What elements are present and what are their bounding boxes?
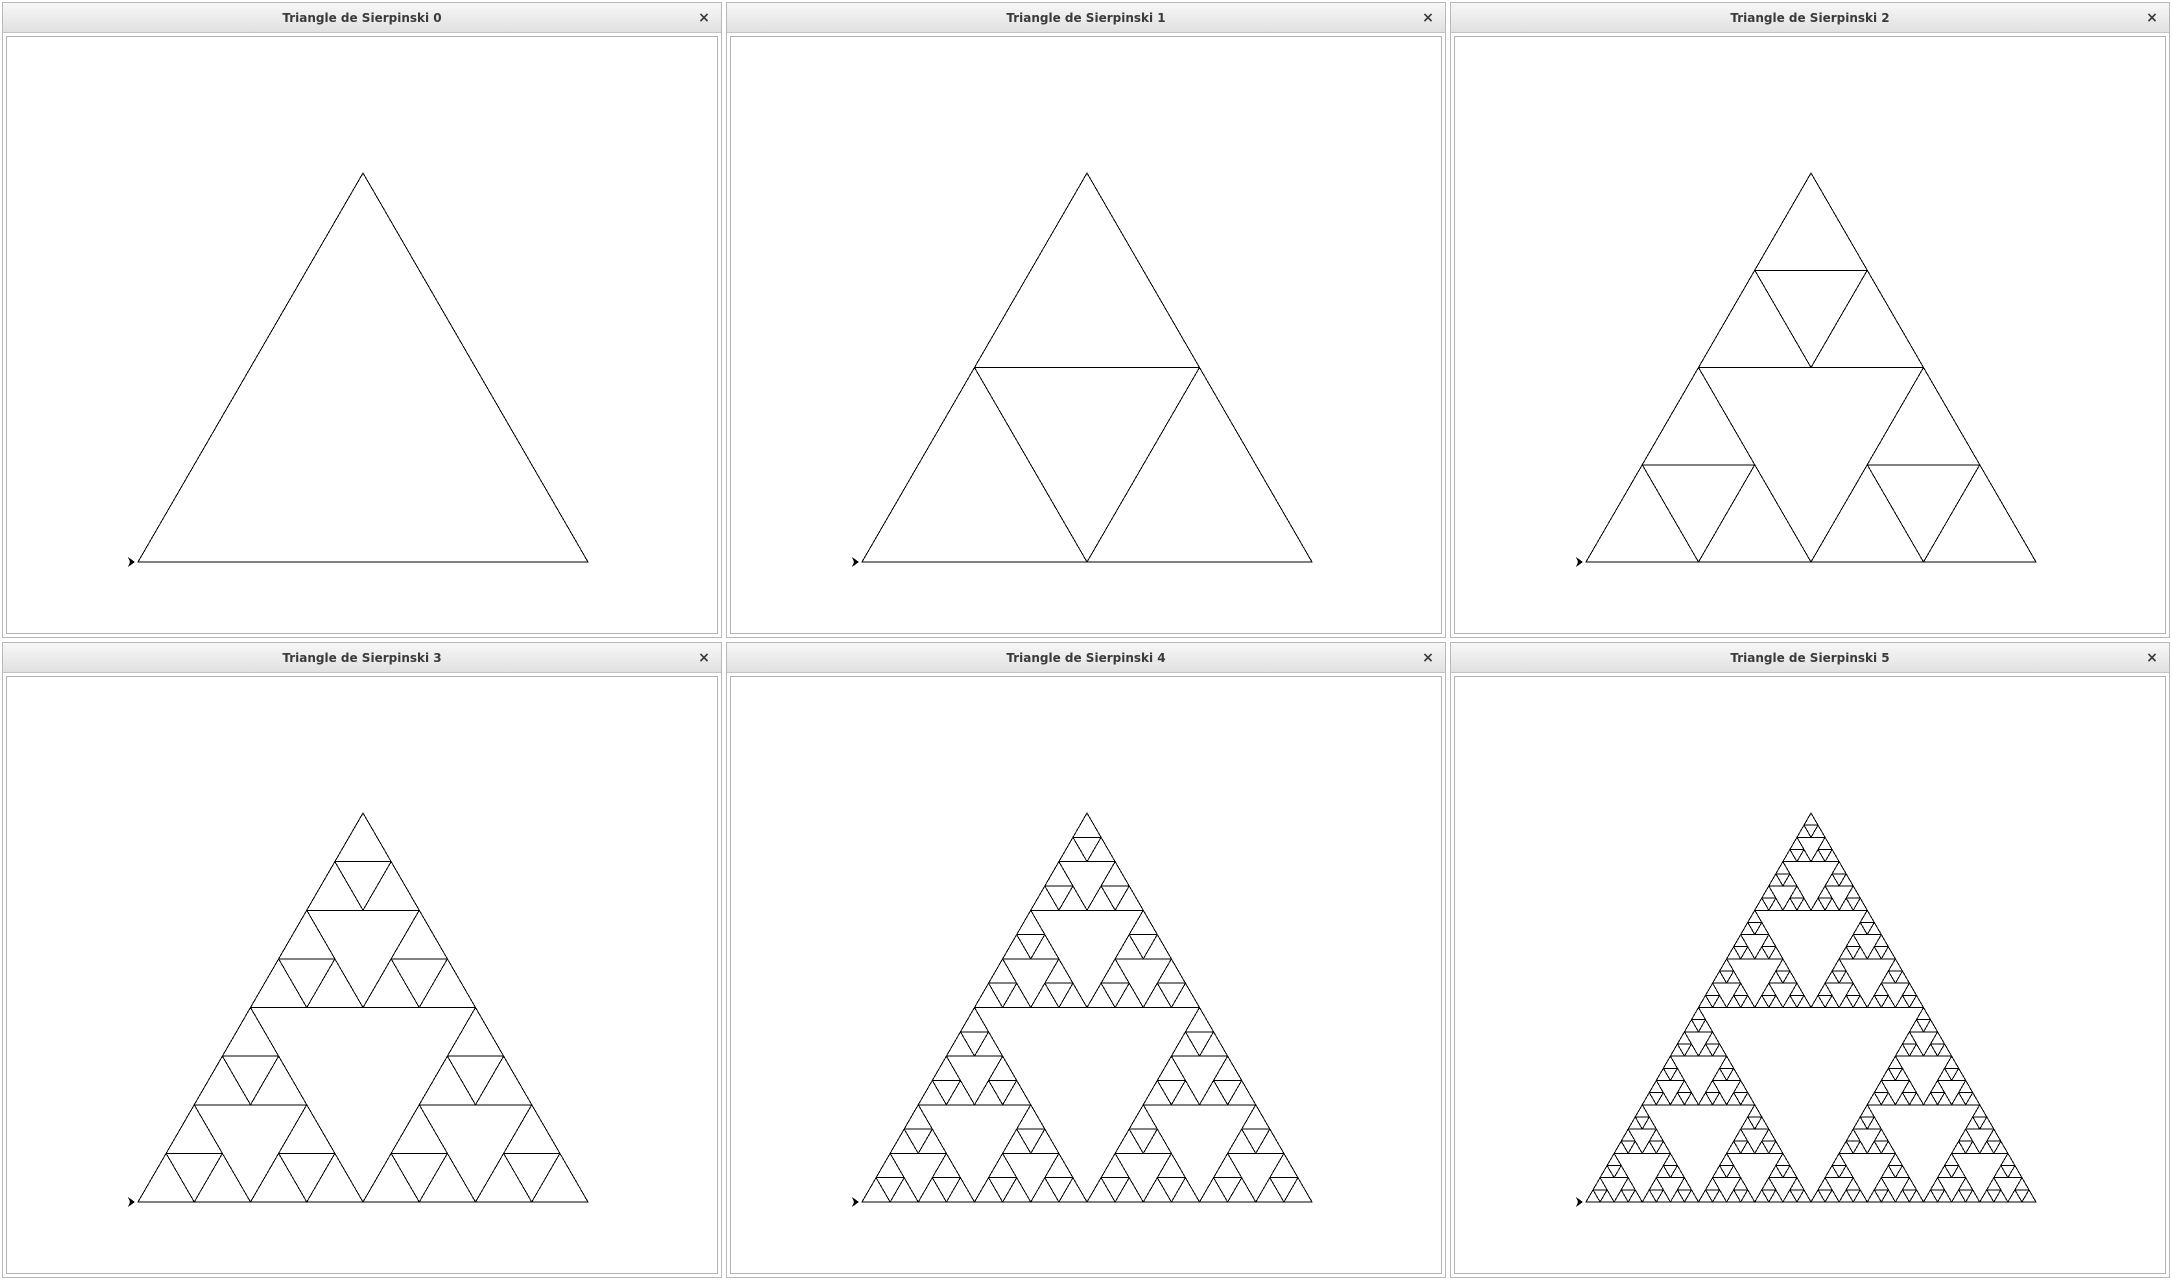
sierpinski-drawing bbox=[852, 812, 1313, 1207]
sierpinski-drawing bbox=[128, 812, 589, 1207]
drawing-canvas bbox=[1454, 36, 2166, 634]
turtle-arrow-icon bbox=[1576, 557, 1583, 567]
close-icon[interactable]: × bbox=[693, 643, 715, 673]
sierpinski-drawing bbox=[852, 172, 1313, 567]
window-titlebar[interactable]: Triangle de Sierpinski 2 × bbox=[1451, 3, 2169, 33]
window-sierpinski-4: Triangle de Sierpinski 4 × bbox=[726, 642, 1446, 1278]
turtle-arrow-icon bbox=[128, 1197, 135, 1207]
window-sierpinski-3: Triangle de Sierpinski 3 × bbox=[2, 642, 722, 1278]
drawing-canvas bbox=[730, 676, 1442, 1274]
turtle-arrow-icon bbox=[852, 557, 859, 567]
window-sierpinski-1: Triangle de Sierpinski 1 × bbox=[726, 2, 1446, 638]
window-titlebar[interactable]: Triangle de Sierpinski 1 × bbox=[727, 3, 1445, 33]
close-icon[interactable]: × bbox=[1417, 3, 1439, 33]
window-titlebar[interactable]: Triangle de Sierpinski 4 × bbox=[727, 643, 1445, 673]
window-sierpinski-2: Triangle de Sierpinski 2 × bbox=[1450, 2, 2170, 638]
sierpinski-drawing bbox=[1576, 172, 2037, 567]
window-titlebar[interactable]: Triangle de Sierpinski 0 × bbox=[3, 3, 721, 33]
drawing-canvas bbox=[730, 36, 1442, 634]
close-icon[interactable]: × bbox=[693, 3, 715, 33]
window-title: Triangle de Sierpinski 1 bbox=[1006, 11, 1166, 25]
close-icon[interactable]: × bbox=[2141, 3, 2163, 33]
window-title: Triangle de Sierpinski 2 bbox=[1730, 11, 1890, 25]
window-sierpinski-5: Triangle de Sierpinski 5 × bbox=[1450, 642, 2170, 1278]
window-title: Triangle de Sierpinski 0 bbox=[282, 11, 442, 25]
close-icon[interactable]: × bbox=[2141, 643, 2163, 673]
window-title: Triangle de Sierpinski 4 bbox=[1006, 651, 1166, 665]
close-icon[interactable]: × bbox=[1417, 643, 1439, 673]
sierpinski-drawing bbox=[1576, 812, 2037, 1207]
window-sierpinski-0: Triangle de Sierpinski 0 × bbox=[2, 2, 722, 638]
drawing-canvas bbox=[6, 676, 718, 1274]
window-titlebar[interactable]: Triangle de Sierpinski 3 × bbox=[3, 643, 721, 673]
window-title: Triangle de Sierpinski 3 bbox=[282, 651, 442, 665]
drawing-canvas bbox=[1454, 676, 2166, 1274]
turtle-arrow-icon bbox=[1576, 1197, 1583, 1207]
turtle-arrow-icon bbox=[852, 1197, 859, 1207]
window-titlebar[interactable]: Triangle de Sierpinski 5 × bbox=[1451, 643, 2169, 673]
drawing-canvas bbox=[6, 36, 718, 634]
sierpinski-drawing bbox=[128, 172, 589, 567]
window-title: Triangle de Sierpinski 5 bbox=[1730, 651, 1890, 665]
turtle-arrow-icon bbox=[128, 557, 135, 567]
